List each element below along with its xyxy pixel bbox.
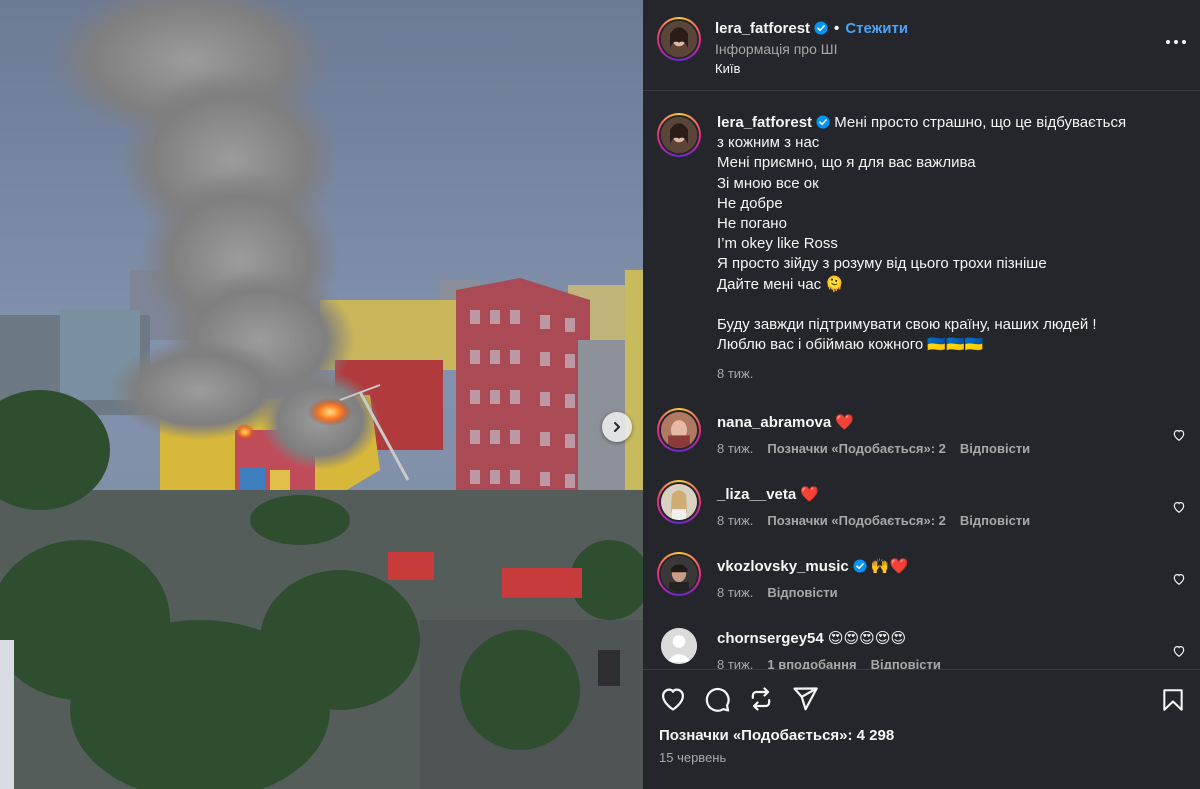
bookmark-save-icon[interactable] — [1160, 687, 1186, 713]
comment-likes-link[interactable]: 1 вподобання — [767, 657, 856, 669]
commenter-avatar[interactable] — [657, 552, 701, 597]
follow-button[interactable]: Стежити — [845, 20, 908, 37]
caption-line: Мені приємно, що я для вас важлива — [717, 154, 976, 172]
caption-line: Я просто зійду з розуму від цього трохи … — [717, 255, 1047, 273]
location-link[interactable]: Київ — [715, 61, 908, 76]
commenter-avatar-photo — [661, 484, 697, 521]
comment-item: nana_abramova ❤️ 8 тиж. Позначки «Подоба… — [657, 408, 1186, 456]
heart-outline-icon[interactable] — [1172, 644, 1186, 658]
reply-button[interactable]: Відповісти — [871, 657, 941, 669]
caption-line: Мені просто страшно, що це відбувається — [834, 114, 1127, 131]
comment-text: 😍😍😍😍😍 — [827, 630, 907, 648]
caption-line: I’m okey like Ross — [717, 235, 838, 253]
caption: lera_fatforest Мені просто страшно, що ц… — [657, 113, 1186, 384]
separator-dot: • — [834, 19, 840, 37]
caption-avatar-photo — [661, 117, 697, 153]
caption-author-avatar[interactable] — [657, 113, 701, 157]
comment-text: ❤️ — [800, 486, 820, 504]
commenter-avatar[interactable] — [657, 624, 701, 668]
comment-bubble-icon[interactable] — [703, 685, 731, 713]
heart-outline-icon[interactable] — [1172, 500, 1186, 514]
commenter-username[interactable]: _liza__veta — [717, 486, 796, 503]
caption-line: Буду завжди підтримувати свою країну, на… — [717, 315, 1097, 333]
next-photo-button[interactable] — [602, 412, 632, 442]
comment-item: _liza__veta ❤️ 8 тиж. Позначки «Подобаєт… — [657, 480, 1186, 528]
commenter-avatar[interactable] — [657, 408, 701, 453]
post-side-panel: lera_fatforest • Стежити Інформація про … — [643, 0, 1200, 789]
post-actions: Позначки «Подобається»: 4 298 15 червень — [643, 669, 1200, 789]
photo-fire-scene — [0, 0, 643, 789]
reply-button[interactable]: Відповісти — [960, 441, 1030, 456]
post-date[interactable]: 15 червень — [659, 750, 1184, 765]
comment-time[interactable]: 8 тиж. — [717, 441, 753, 456]
comment-time[interactable]: 8 тиж. — [717, 585, 753, 600]
caption-username[interactable]: lera_fatforest — [717, 114, 812, 131]
action-icons — [659, 684, 1184, 714]
commenter-username[interactable]: vkozlovsky_music — [717, 558, 849, 575]
header-text: lera_fatforest • Стежити Інформація про … — [715, 18, 908, 90]
ai-info-link[interactable]: Інформація про ШІ — [715, 41, 908, 57]
post-photo[interactable] — [0, 0, 643, 789]
comment-likes-link[interactable]: Позначки «Подобається»: 2 — [767, 513, 946, 528]
repost-icon[interactable] — [747, 685, 775, 713]
reply-button[interactable]: Відповісти — [960, 513, 1030, 528]
comment-text: ❤️ — [835, 414, 855, 432]
verified-badge-icon — [814, 21, 828, 35]
comments-list[interactable]: lera_fatforest Мені просто страшно, що ц… — [643, 91, 1200, 669]
caption-time[interactable]: 8 тиж. — [717, 364, 753, 384]
like-heart-icon[interactable] — [659, 685, 687, 713]
comment-item: chornsergey54 😍😍😍😍😍 8 тиж. 1 вподобання … — [657, 624, 1186, 669]
reply-button[interactable]: Відповісти — [767, 585, 837, 600]
share-send-icon[interactable] — [791, 685, 819, 713]
caption-body: lera_fatforest Мені просто страшно, що ц… — [717, 113, 1157, 384]
caption-line: з кожним з нас — [717, 134, 820, 152]
caption-line: Не добре — [717, 194, 783, 212]
comment-item: vkozlovsky_music 🙌❤️ 8 тиж. Відповісти — [657, 552, 1186, 600]
commenter-avatar[interactable] — [657, 480, 701, 525]
caption-line: Не погано — [717, 215, 787, 233]
more-options-icon[interactable] — [1166, 37, 1186, 47]
default-user-icon — [661, 628, 697, 665]
instagram-post-view: lera_fatforest • Стежити Інформація про … — [0, 0, 1200, 789]
verified-badge-icon — [853, 559, 867, 573]
commenter-username[interactable]: nana_abramova — [717, 414, 831, 431]
post-header: lera_fatforest • Стежити Інформація про … — [643, 0, 1200, 91]
author-username[interactable]: lera_fatforest — [715, 20, 810, 37]
chevron-right-icon — [614, 422, 620, 432]
comment-text: 🙌❤️ — [870, 558, 909, 576]
verified-badge-icon — [816, 115, 830, 129]
caption-line: Зі мною все ок — [717, 174, 819, 192]
comment-likes-link[interactable]: Позначки «Подобається»: 2 — [767, 441, 946, 456]
author-avatar[interactable] — [657, 17, 701, 61]
author-avatar-photo — [661, 21, 697, 57]
comment-time[interactable]: 8 тиж. — [717, 657, 753, 669]
commenter-avatar-photo — [661, 556, 697, 593]
commenter-avatar-photo — [661, 412, 697, 449]
caption-line: Дайте мені час 🫠 — [717, 275, 845, 293]
comment-time[interactable]: 8 тиж. — [717, 513, 753, 528]
heart-outline-icon[interactable] — [1172, 428, 1186, 442]
likes-count[interactable]: Позначки «Подобається»: 4 298 — [659, 727, 1184, 744]
heart-outline-icon[interactable] — [1172, 572, 1186, 586]
caption-line: Люблю вас і обіймаю кожного 🇺🇦🇺🇦🇺🇦 — [717, 336, 984, 354]
commenter-username[interactable]: chornsergey54 — [717, 630, 824, 647]
